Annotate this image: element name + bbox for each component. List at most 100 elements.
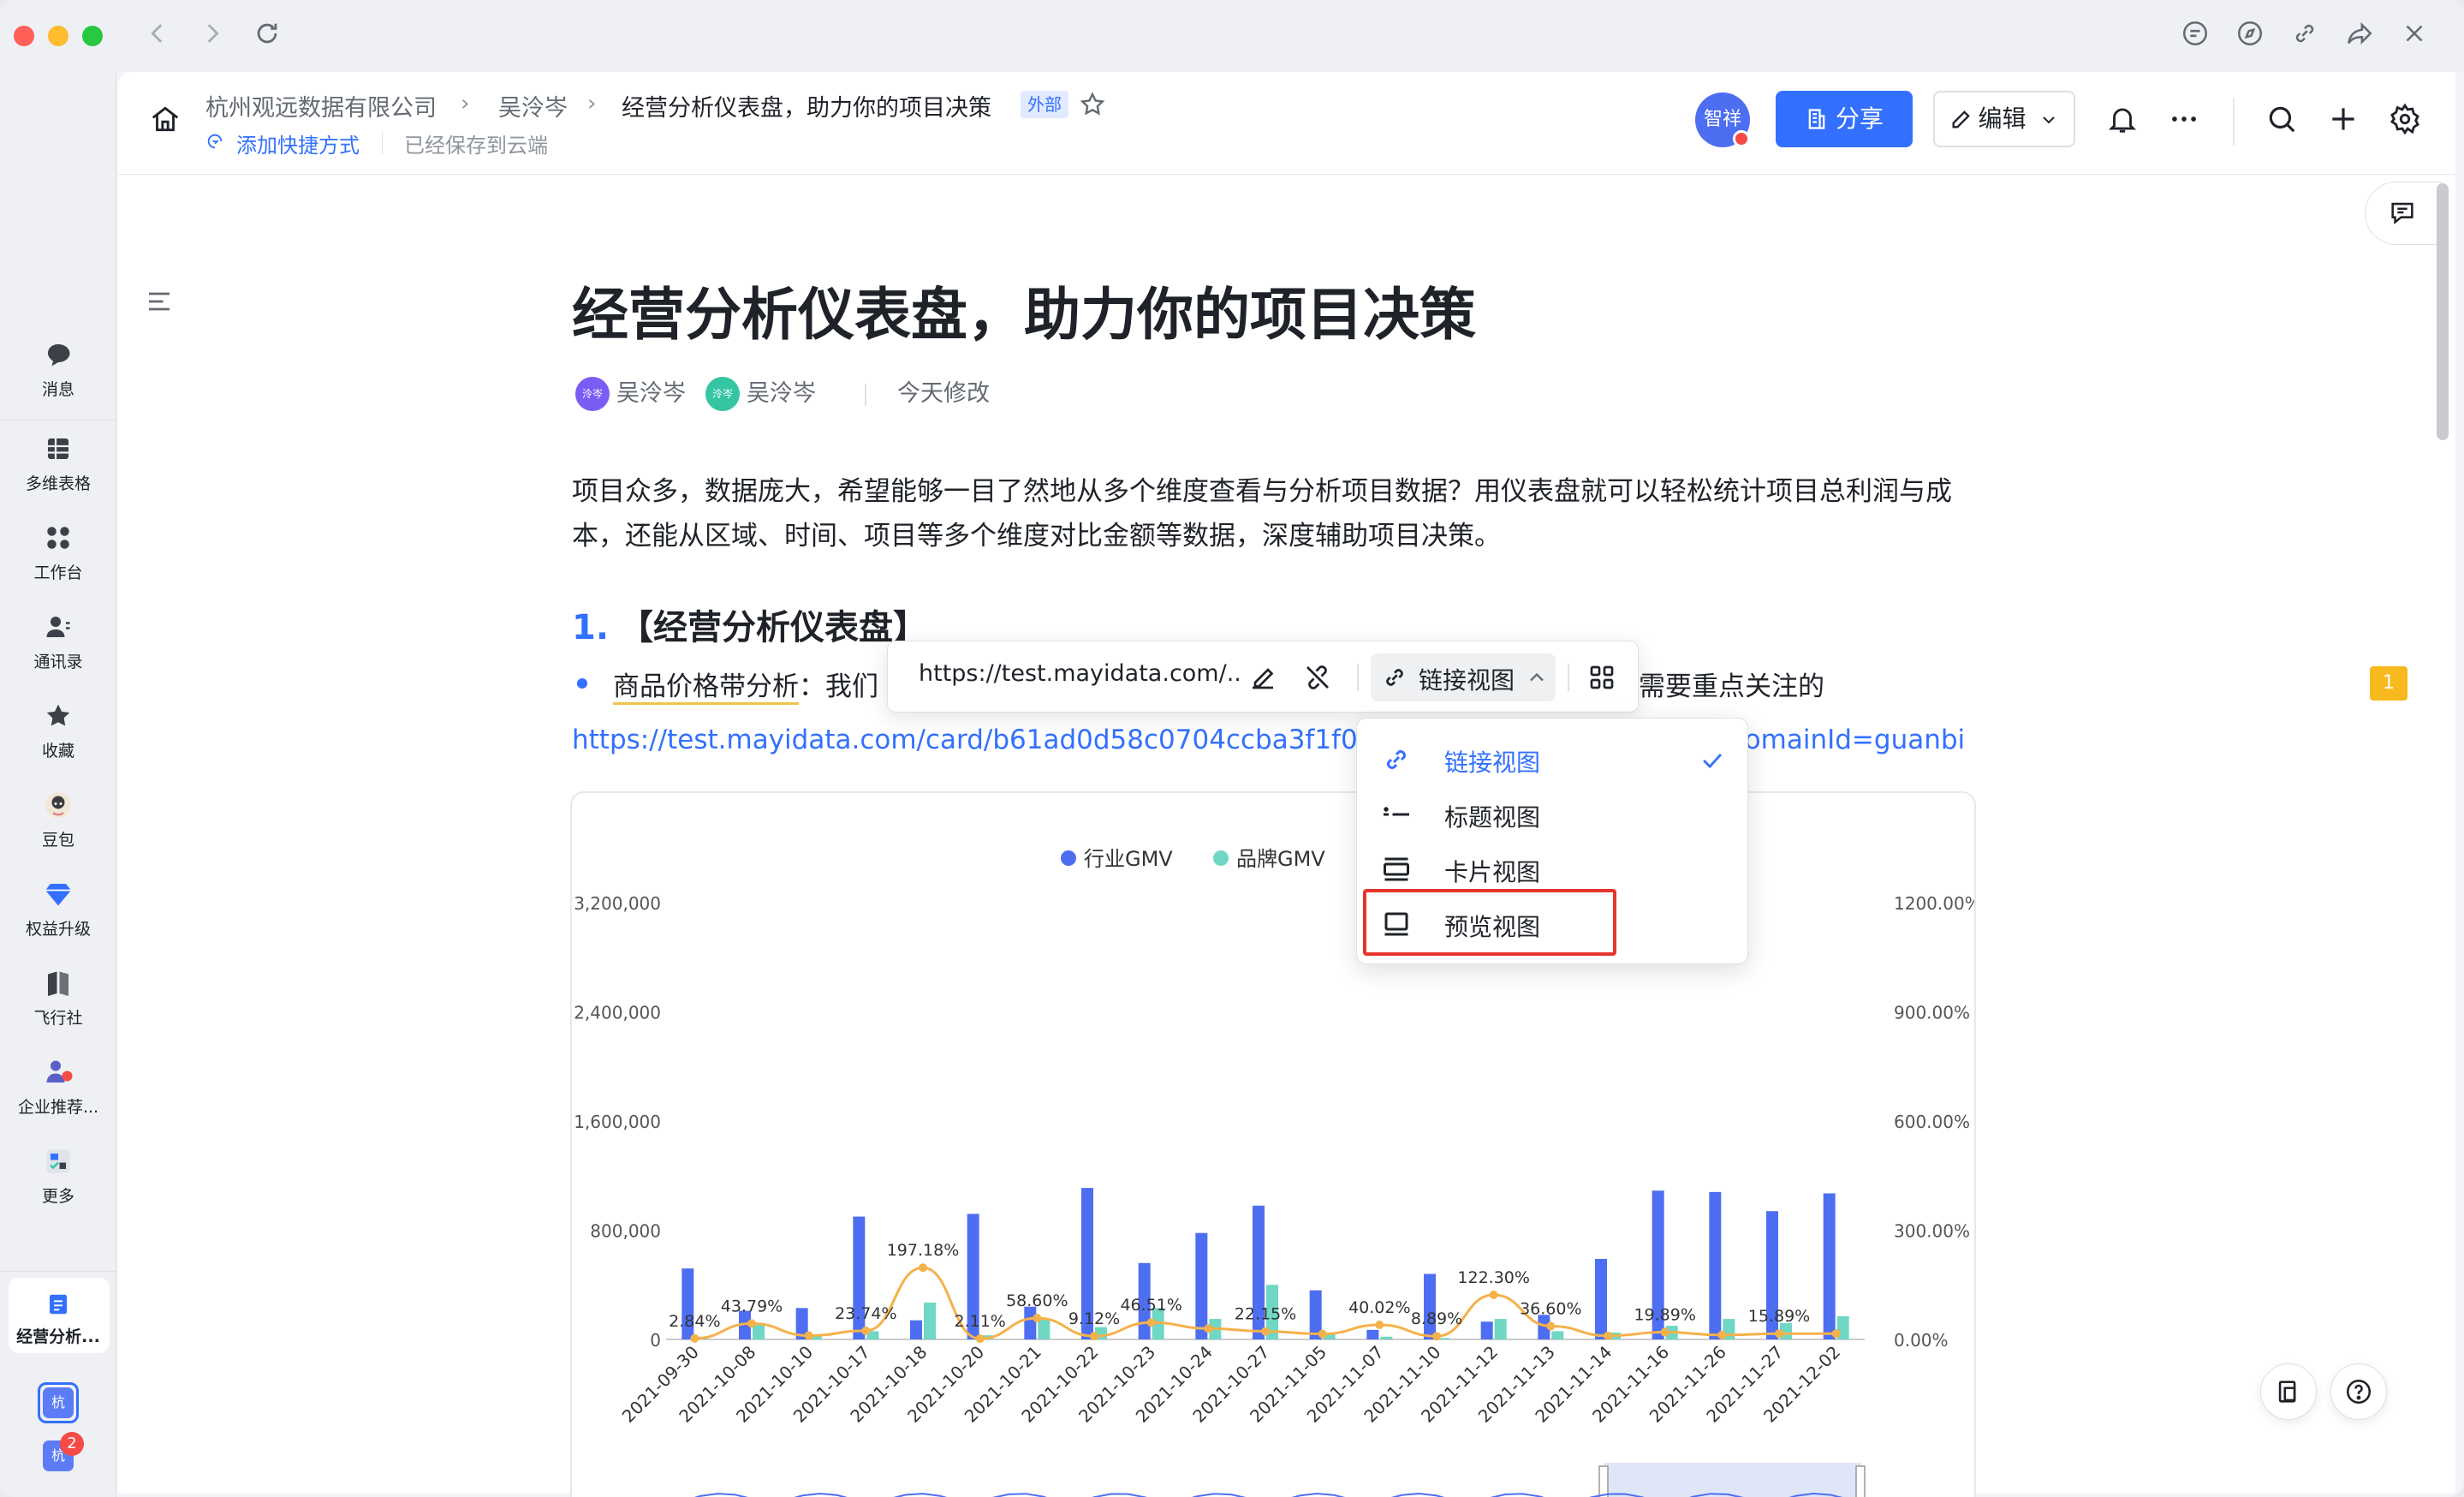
scrollbar[interactable] [2437, 183, 2449, 440]
forward-share-icon[interactable] [2342, 19, 2377, 53]
sidebar-item-workplace[interactable]: 工作台 [0, 522, 116, 583]
bell-icon[interactable] [2106, 103, 2140, 137]
more-options-grid-icon[interactable] [1583, 659, 1621, 696]
plus-icon[interactable] [2327, 103, 2361, 137]
sidebar-item-bitable[interactable]: 多维表格 [0, 433, 116, 494]
divider [382, 132, 383, 154]
refresh-icon[interactable] [250, 19, 284, 53]
sidebar-item-upgrade[interactable]: 权益升级 [0, 879, 116, 939]
data-label: 23.74% [835, 1304, 896, 1323]
star-icon[interactable] [1079, 91, 1108, 120]
legend-swatch [1213, 850, 1229, 866]
data-label: 43.79% [721, 1297, 783, 1315]
forward-icon[interactable] [195, 19, 229, 53]
ratio-point [804, 1331, 813, 1340]
breadcrumb-user[interactable]: 吴泠岑 [498, 89, 568, 122]
section-number: 1. [572, 608, 610, 647]
ratio-point [1318, 1329, 1327, 1339]
book-icon [48, 971, 68, 996]
data-label: 58.60% [1006, 1291, 1068, 1310]
sidebar-item-enterprise[interactable]: 企业推荐... [0, 1057, 116, 1118]
back-icon[interactable] [140, 19, 175, 53]
ratio-point [747, 1319, 756, 1328]
y2-axis-tick-label: 600.00% [1894, 1112, 1970, 1132]
tenant-switch-a[interactable]: 杭 [38, 1382, 79, 1423]
sidebar-item-messages[interactable]: 消息 [0, 339, 116, 400]
save-status: 已经保存到云端 [404, 134, 548, 158]
sidebar-item-current-doc[interactable]: 经营分析... [0, 1291, 116, 1347]
help-button[interactable] [2330, 1363, 2387, 1420]
y-axis-tick-label: 1,600,000 [574, 1112, 661, 1132]
sidebar-item-label: 收藏 [41, 742, 74, 760]
unlink-icon[interactable] [1299, 659, 1336, 696]
minimize-window-button[interactable] [48, 26, 68, 46]
sidebar-item-contacts[interactable]: 通讯录 [0, 611, 116, 672]
embedded-chart-card[interactable]: 行业GMV 品牌GMV 3,200,000 2,400,000 1,600,000 800… [570, 791, 1976, 1497]
doc-assistant-button[interactable] [2260, 1363, 2317, 1420]
sidebar-item-more[interactable]: 更多 [0, 1146, 116, 1207]
more-icon[interactable] [2168, 103, 2202, 137]
zoom-handle-right [1855, 1465, 1866, 1497]
bar-brand-gmv [1494, 1319, 1507, 1339]
comments-panel-button[interactable] [2365, 182, 2442, 245]
chevron-right-icon: › [461, 91, 470, 116]
author-name[interactable]: 吴泠岑 [616, 377, 686, 411]
link-copy-icon[interactable] [2288, 19, 2322, 53]
link-url-text[interactable]: https://test.mayidata.com/... [919, 660, 1242, 687]
gmv-chart: 行业GMV 品牌GMV 3,200,000 2,400,000 1,600,000 800… [574, 847, 1974, 1497]
highlighted-text[interactable]: 商品价格带分析 [613, 671, 799, 705]
ratio-point [1261, 1327, 1270, 1336]
doc-url-link-tail[interactable]: domainId=guanbi [1728, 725, 1965, 755]
edit-link-icon[interactable] [1244, 659, 1282, 696]
sidebar-item-label: 豆包 [41, 831, 74, 850]
chat-icon[interactable] [2178, 19, 2212, 53]
gear-icon[interactable] [2389, 103, 2423, 137]
maximize-window-button[interactable] [82, 26, 103, 46]
view-mode-label: 链接视图 [1419, 666, 1515, 695]
breadcrumb-org[interactable]: 杭州观远数据有限公司 [205, 89, 437, 122]
view-option-link[interactable]: 链接视图 [1357, 732, 1749, 787]
author-avatar: 泠岑 [705, 377, 740, 411]
ratio-point [1375, 1320, 1384, 1329]
view-mode-select[interactable]: 链接视图 [1371, 653, 1556, 701]
close-icon[interactable] [2397, 19, 2431, 53]
zoom-window [1604, 1463, 1861, 1497]
edit-mode-button[interactable]: 编辑 [1933, 91, 2075, 147]
share-button[interactable]: 分享 [1776, 91, 1913, 147]
doc-url-link[interactable]: https://test.mayidata.com/card/b61ad0d58… [572, 725, 1419, 755]
share-label: 分享 [1835, 104, 1884, 133]
ratio-point [919, 1263, 927, 1273]
bar-industry-gmv [1366, 1329, 1379, 1339]
data-label: 40.02% [1348, 1298, 1410, 1317]
comment-icon [2391, 202, 2413, 224]
bar-brand-gmv [1551, 1331, 1564, 1339]
outline-toggle-icon[interactable] [144, 286, 178, 320]
data-label: 22.15% [1235, 1305, 1296, 1324]
doc-header: 杭州观远数据有限公司 › 吴泠岑 › 经营分析仪表盘，助力你的项目决策 外部 添… [118, 72, 2455, 175]
table-icon [48, 438, 68, 459]
comment-count-badge[interactable]: 1 [2370, 666, 2407, 701]
external-badge: 外部 [1021, 91, 1068, 118]
home-icon[interactable] [149, 103, 183, 137]
chevron-right-icon: › [587, 91, 597, 116]
view-option-label: 链接视图 [1444, 748, 1541, 777]
compass-icon[interactable] [2233, 19, 2267, 53]
bullet-item: 商品价格带分析：我们 [613, 665, 878, 705]
bar-industry-gmv [1709, 1191, 1722, 1339]
sidebar-item-feixingshe[interactable]: 飞行社 [0, 968, 116, 1029]
author-name[interactable]: 吴泠岑 [747, 377, 816, 411]
link-icon [1386, 669, 1403, 686]
breadcrumb-doc-title[interactable]: 经营分析仪表盘，助力你的项目决策 [622, 89, 991, 122]
help-icon [2346, 1379, 2372, 1405]
sidebar-item-doubao[interactable]: 豆包 [0, 790, 116, 850]
y2-axis-tick-label: 900.00% [1894, 1003, 1970, 1023]
add-shortcut-link[interactable]: 添加快捷方式 [236, 128, 360, 158]
close-window-button[interactable] [14, 26, 34, 46]
search-icon[interactable] [2265, 103, 2300, 137]
view-option-title[interactable]: 标题视图 [1357, 787, 1749, 842]
chevron-down-icon [2043, 116, 2056, 124]
sidebar-item-label: 权益升级 [25, 920, 91, 939]
sidebar-item-favorites[interactable]: 收藏 [0, 701, 116, 761]
bar-brand-gmv [1380, 1336, 1393, 1339]
pencil-icon [1952, 110, 1970, 128]
